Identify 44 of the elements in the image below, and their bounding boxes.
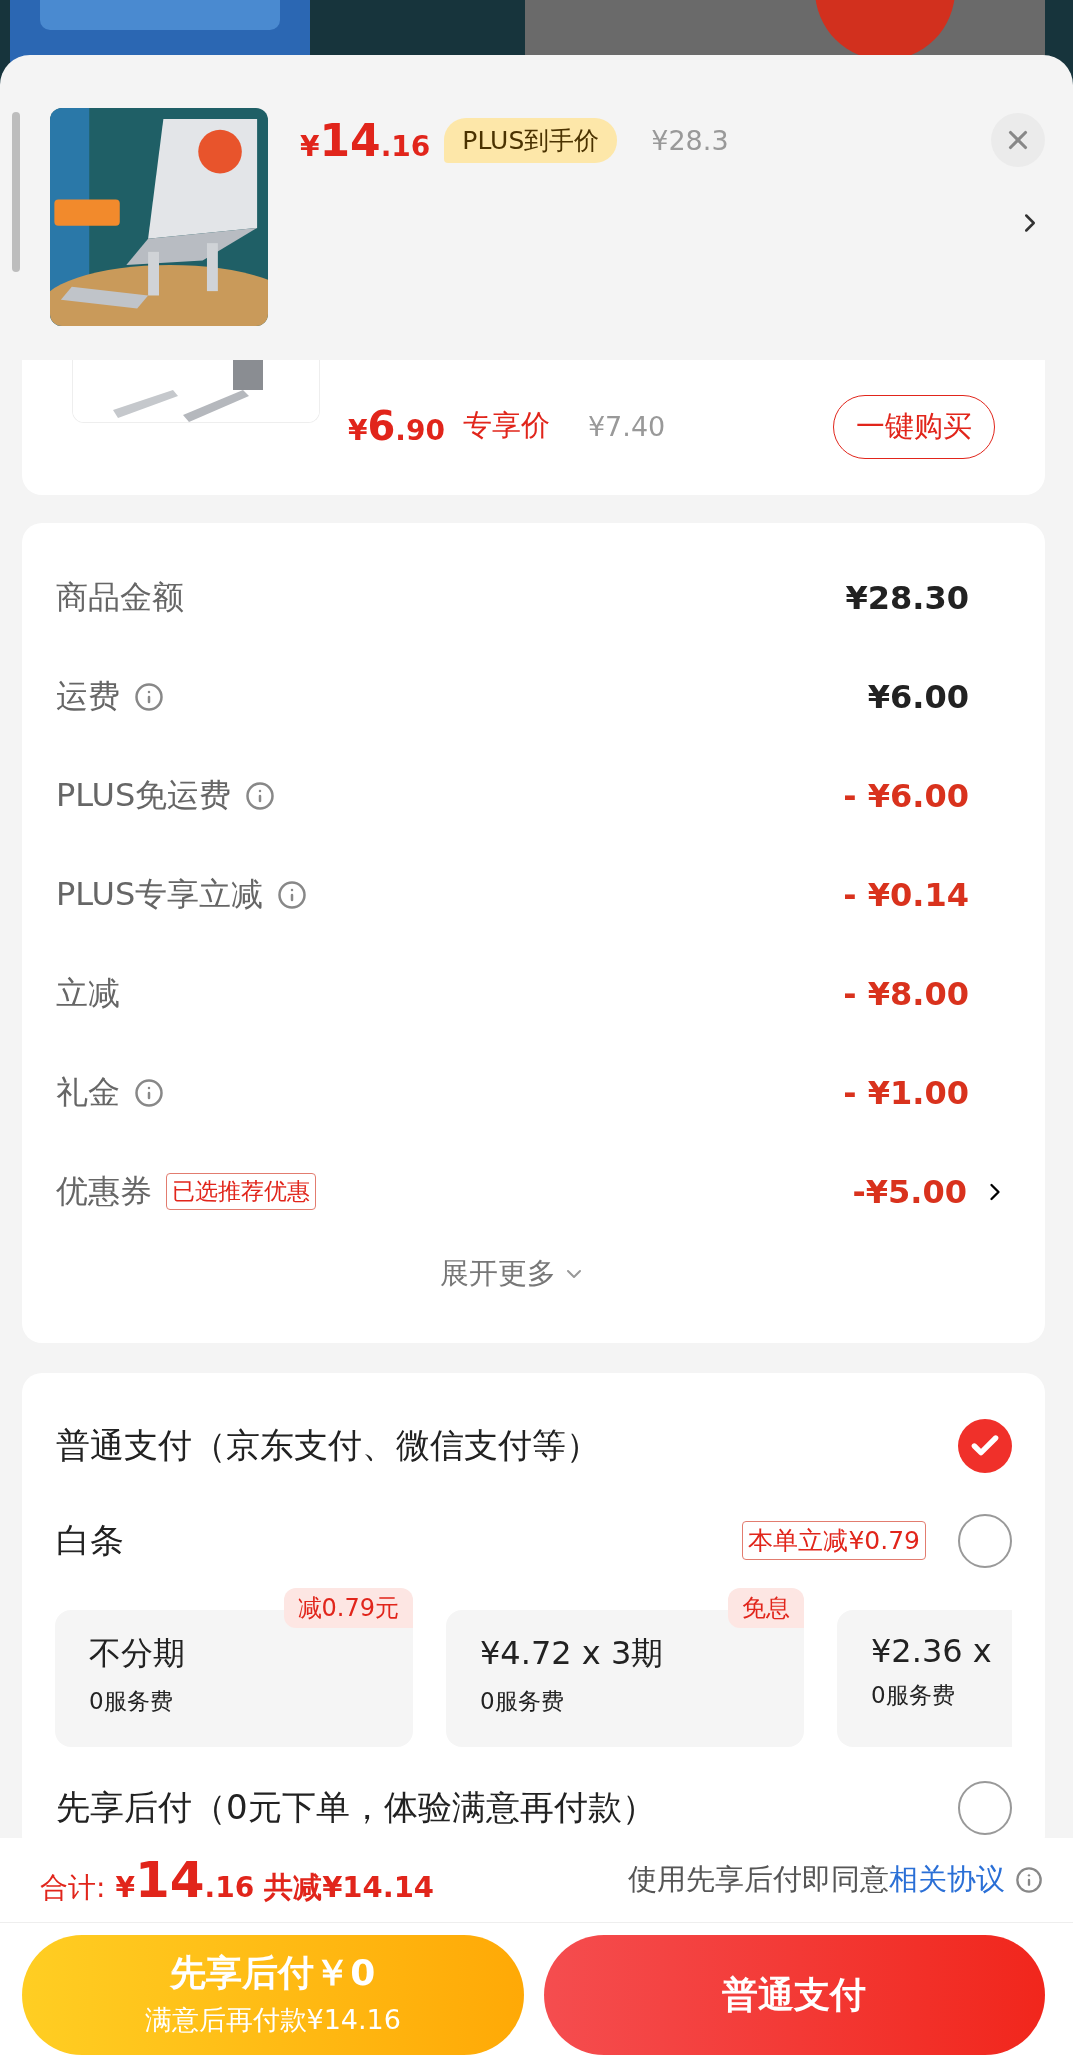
fee-label: 运费: [56, 675, 120, 717]
fee-label: 礼金: [56, 1071, 120, 1113]
info-icon[interactable]: [134, 1077, 164, 1108]
buy-now-button[interactable]: 一键购买: [833, 395, 995, 459]
payment-option-label[interactable]: 白条: [56, 1517, 124, 1564]
coupon-tag: 已选推荐优惠: [166, 1173, 316, 1210]
price-label: 专享价: [462, 407, 550, 444]
expand-more-button[interactable]: 展开更多: [433, 1253, 592, 1295]
total-label: 合计:: [40, 1870, 106, 1906]
fee-value: - ¥8.00: [843, 974, 969, 1013]
radio-button[interactable]: [958, 1780, 1012, 1835]
fee-label: PLUS专享立减: [56, 873, 264, 915]
saved-amount: 共减¥14.14: [264, 1869, 435, 1906]
fee-value: ¥28.30: [845, 578, 969, 617]
fee-value: - ¥0.14: [843, 875, 969, 914]
price: ¥14.16: [300, 114, 431, 166]
fee-value: ¥6.00: [867, 677, 969, 716]
info-icon[interactable]: [1015, 1866, 1043, 1894]
info-icon[interactable]: [134, 681, 164, 712]
original-price: ¥7.40: [587, 410, 666, 442]
price: ¥6.90: [348, 403, 445, 449]
fee-value: - ¥6.00: [843, 776, 969, 815]
pay-button[interactable]: 普通支付: [543, 1935, 1045, 2055]
installment-badge: 免息: [728, 1588, 804, 1628]
info-icon[interactable]: [277, 879, 308, 910]
fee-label: 优惠券: [56, 1170, 152, 1212]
fee-label: 商品金额: [56, 576, 184, 618]
fee-value: -¥5.00: [852, 1172, 967, 1211]
radio-button[interactable]: [958, 1513, 1012, 1568]
price: ¥14.16: [115, 1851, 255, 1909]
agreement-text: 使用先享后付即同意相关协议: [628, 1861, 1005, 1898]
fee-label: PLUS免运费: [56, 774, 232, 816]
info-icon[interactable]: [245, 780, 276, 811]
fee-label: 立减: [56, 972, 120, 1014]
installment-option[interactable]: ¥2.36 x 0服务费: [837, 1610, 1012, 1747]
original-price: ¥28.3: [651, 124, 729, 156]
price-tag: PLUS到手价: [444, 117, 618, 163]
payment-option-label[interactable]: 先享后付（0元下单，体验满意再付款）: [56, 1784, 656, 1831]
agreement-link[interactable]: 相关协议: [889, 1862, 1005, 1896]
fee-value: - ¥1.00: [843, 1073, 969, 1112]
installment-badge: 减0.79元: [283, 1588, 413, 1628]
discount-tag: 本单立减¥0.79: [742, 1521, 926, 1560]
radio-button[interactable]: [958, 1418, 1012, 1473]
payment-option-label[interactable]: 普通支付（京东支付、微信支付等）: [56, 1422, 600, 1469]
